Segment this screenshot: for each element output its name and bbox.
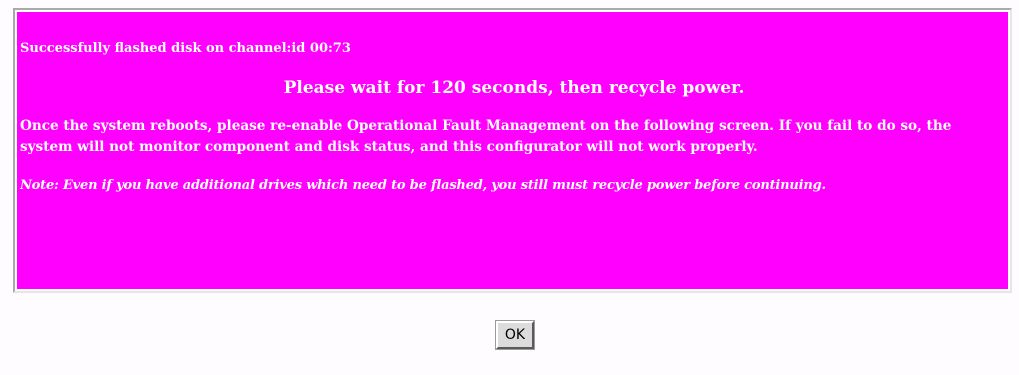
page: Successfully flashed disk on channel:id …	[0, 0, 1019, 375]
ok-button[interactable]: OK	[495, 320, 535, 350]
recycle-power-note: Note: Even if you have additional drives…	[20, 178, 826, 193]
flash-status-text: Successfully flashed disk on channel:id …	[20, 41, 351, 56]
wait-instruction-heading: Please wait for 120 seconds, then recycl…	[283, 78, 745, 98]
alert-content: Successfully flashed disk on channel:id …	[17, 12, 1008, 289]
alert-panel: Successfully flashed disk on channel:id …	[13, 8, 1012, 293]
reboot-instructions-text: Once the system reboots, please re-enabl…	[20, 118, 952, 155]
